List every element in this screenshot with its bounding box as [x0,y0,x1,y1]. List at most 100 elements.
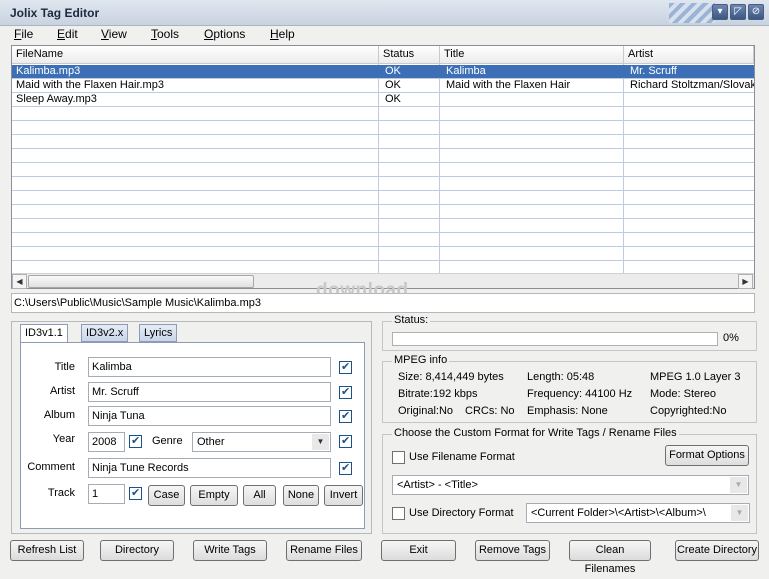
minimize-icon[interactable]: ▾ [712,4,728,20]
table-row[interactable]: Maid with the Flaxen Hair.mp3 OK Maid with… [12,79,754,93]
mpeg-length: Length: 05:48 [527,371,595,383]
genre-checkbox[interactable] [339,434,352,448]
create-directory-button[interactable]: Create Directory [675,540,759,561]
empty-row[interactable] [12,177,754,191]
custom-format-label: Choose the Custom Format for Write Tags … [392,427,679,439]
clean-filenames-button[interactable]: Clean Filenames [569,540,651,575]
column-header-filename[interactable]: FileName [12,46,379,64]
write-tags-button[interactable]: Write Tags [193,540,267,561]
case-button[interactable]: Case [148,485,185,506]
none-button[interactable]: None [283,485,319,506]
scroll-right-icon[interactable]: ▶ [738,274,753,289]
file-list[interactable]: FileName Status Title Artist Kalimba.mp3… [11,45,755,289]
mpeg-layer: MPEG 1.0 Layer 3 [650,371,741,383]
custom-format-group: Choose the Custom Format for Write Tags … [382,427,757,534]
use-filename-label[interactable]: Use Filename Format [409,451,515,463]
genre-select[interactable]: Other ▼ [192,432,331,452]
chevron-down-icon[interactable]: ▼ [730,477,747,493]
title-checkbox[interactable] [339,360,352,374]
invert-button[interactable]: Invert [324,485,363,506]
directory-format-value: <Current Folder>\<Artist>\<Album>\ [531,507,706,519]
table-cell-status: OK [385,93,401,105]
file-path: C:\Users\Public\Music\Sample Music\Kalim… [11,293,755,313]
album-field[interactable]: Ninja Tuna [88,406,331,426]
filename-format-select[interactable]: <Artist> - <Title> ▼ [392,475,749,495]
column-header-title[interactable]: Title [440,46,624,64]
format-options-button[interactable]: Format Options [665,445,749,466]
rename-files-button[interactable]: Rename Files [286,540,362,561]
table-cell-file: Kalimba.mp3 [16,65,81,77]
tab-id3v2[interactable]: ID3v2.x [81,324,129,342]
status-percent: 0% [723,332,739,344]
empty-row[interactable] [12,107,754,121]
menu-file[interactable]: File [12,26,35,45]
directory-format-select[interactable]: <Current Folder>\<Artist>\<Album>\ ▼ [526,503,750,523]
column-header-status[interactable]: Status [379,46,440,64]
refresh-list-button[interactable]: Refresh List [10,540,84,561]
title-bar[interactable]: Jolix Tag Editor ▾ ◸ ⊘ [0,0,769,26]
menu-options[interactable]: Options [202,26,247,45]
all-button[interactable]: All [243,485,276,506]
artist-field[interactable]: Mr. Scruff [88,382,331,402]
chevron-down-icon[interactable]: ▼ [731,505,748,521]
table-cell-title: Kalimba [446,65,486,77]
empty-row[interactable] [12,121,754,135]
menu-help[interactable]: Help [268,26,297,45]
window-title: Jolix Tag Editor [10,6,100,20]
tab-id3v1[interactable]: ID3v1.1 [20,324,68,343]
use-directory-checkbox[interactable] [392,507,405,520]
empty-row[interactable] [12,233,754,247]
mpeg-bitrate: Bitrate:192 kbps [398,388,478,400]
empty-row[interactable] [12,219,754,233]
track-field[interactable]: 1 [88,484,125,504]
album-checkbox[interactable] [339,409,352,423]
empty-row[interactable] [12,149,754,163]
scroll-thumb[interactable] [28,275,254,288]
menu-view[interactable]: View [99,26,129,45]
title-field[interactable]: Kalimba [88,357,331,377]
chevron-down-icon[interactable]: ▼ [312,434,329,450]
tag-panel: ID3v1.1 ID3v2.x Lyrics Title Kalimba Art… [11,321,372,534]
mpeg-copyrighted: Copyrighted:No [650,405,727,417]
use-directory-label[interactable]: Use Directory Format [409,507,514,519]
empty-row[interactable] [12,163,754,177]
mpeg-mode: Mode: Stereo [650,388,717,400]
year-label: Year [52,433,75,445]
status-label: Status: [392,314,431,326]
artist-label: Artist [49,385,75,397]
scroll-left-icon[interactable]: ◀ [12,274,27,289]
maximize-icon[interactable]: ◸ [730,4,746,20]
tab-lyrics[interactable]: Lyrics [139,324,178,342]
year-field[interactable]: 2008 [88,432,125,452]
track-label: Track [47,487,75,499]
empty-row[interactable] [12,205,754,219]
status-group: Status: 0% [382,314,757,351]
empty-row[interactable] [12,135,754,149]
close-icon[interactable]: ⊘ [748,4,764,20]
table-row[interactable]: Sleep Away.mp3 OK [12,93,754,107]
genre-label: Genre [152,435,183,447]
table-cell-artist: Richard Stoltzman/Slovak [630,79,754,91]
menu-tools[interactable]: Tools [149,26,181,45]
table-cell-status: OK [385,79,401,91]
filename-format-value: <Artist> - <Title> [397,479,478,491]
menu-edit[interactable]: Edit [55,26,80,45]
table-row[interactable]: Kalimba.mp3 OK Kalimba Mr. Scruff [12,65,754,79]
column-header-artist[interactable]: Artist [624,46,754,64]
exit-button[interactable]: Exit [381,540,456,561]
title-label: Title [54,361,75,373]
table-cell-status: OK [385,65,401,77]
empty-row[interactable] [12,247,754,261]
status-progress-bar [392,332,718,346]
directory-button[interactable]: Directory [100,540,174,561]
artist-checkbox[interactable] [339,385,352,399]
comment-field[interactable]: Ninja Tune Records [88,458,331,478]
remove-tags-button[interactable]: Remove Tags [475,540,550,561]
empty-button[interactable]: Empty [190,485,238,506]
year-checkbox[interactable] [129,434,142,448]
track-checkbox[interactable] [129,486,142,500]
empty-row[interactable] [12,191,754,205]
use-filename-checkbox[interactable] [392,451,405,464]
mpeg-original: Original:No [398,405,454,417]
comment-checkbox[interactable] [339,461,352,475]
